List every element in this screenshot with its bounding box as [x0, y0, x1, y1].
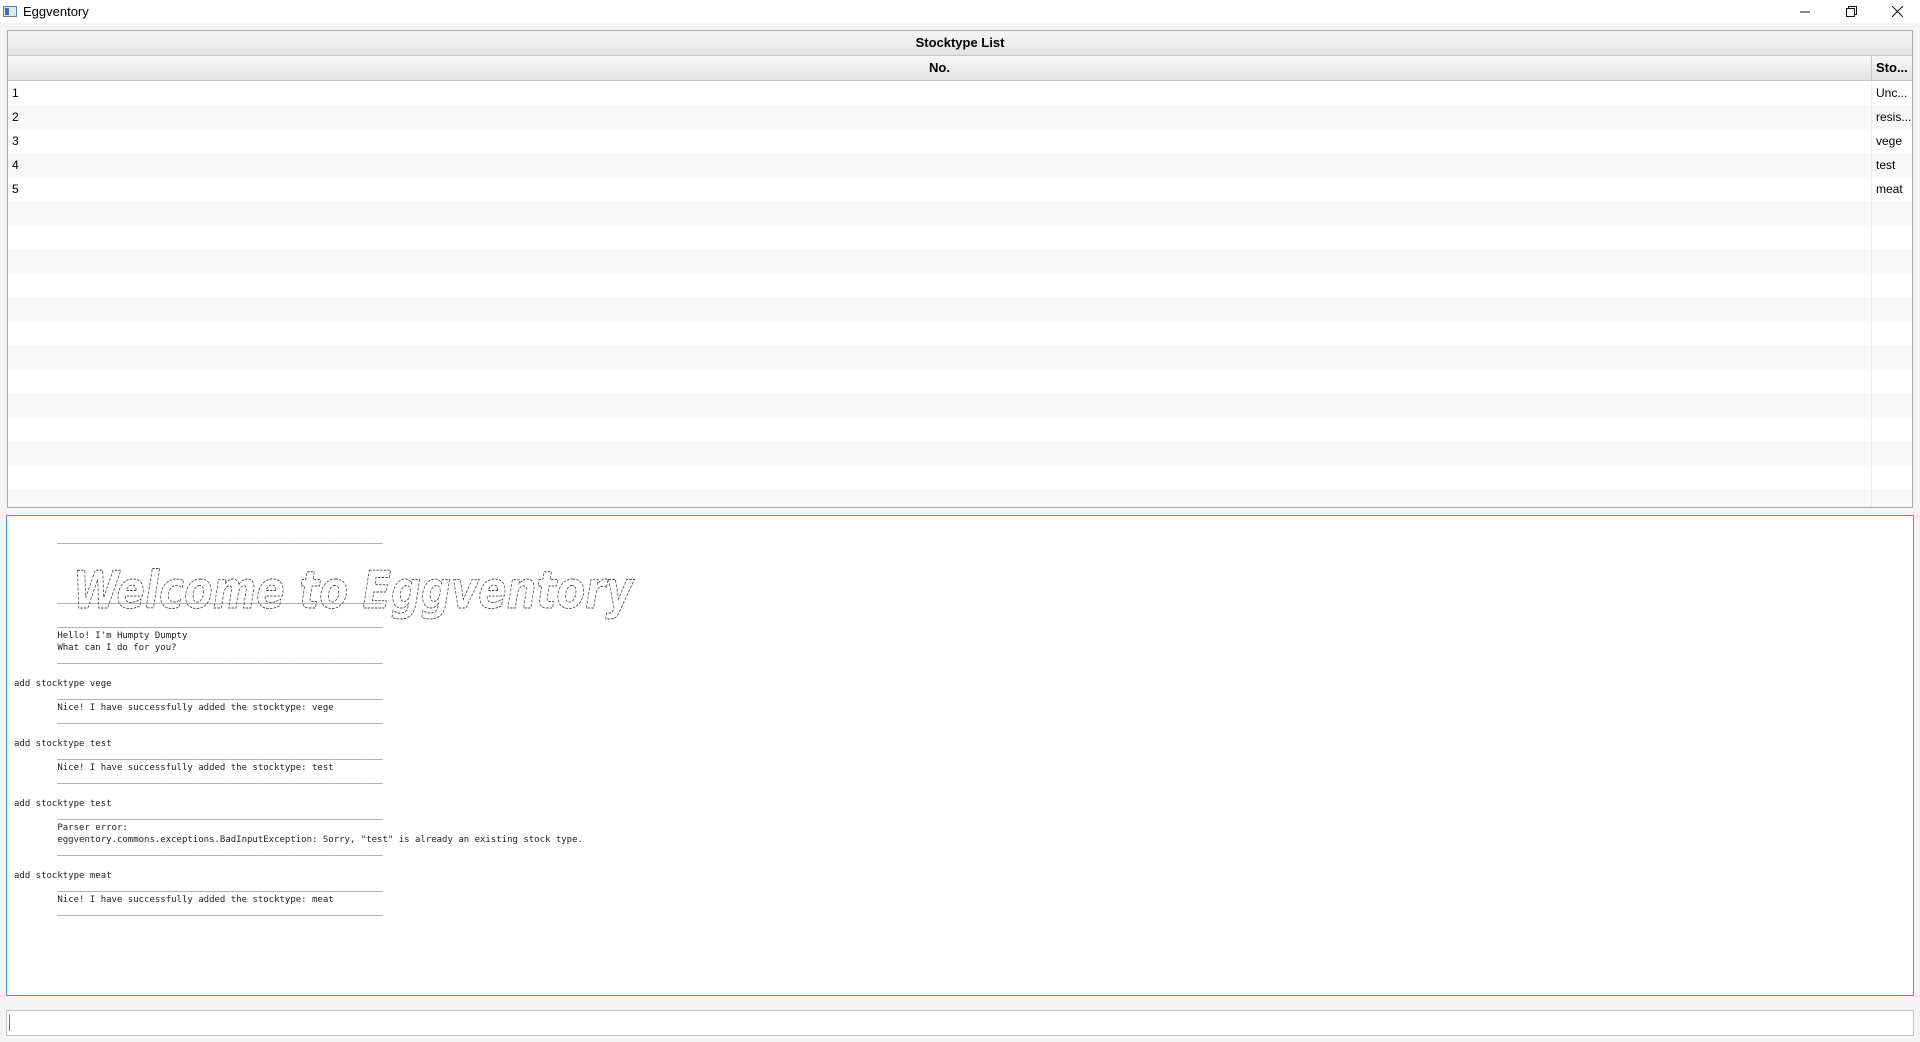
cell-stocktype: [1872, 489, 1912, 507]
banner-text: Welcome to Eggventory: [73, 561, 635, 621]
console-line: Nice! I have successfully added the stoc…: [14, 763, 334, 773]
cell-no: [8, 321, 1872, 345]
table-row-empty: [8, 441, 1912, 465]
table-row-empty: [8, 321, 1912, 345]
console-line: ________________________________________…: [14, 775, 383, 785]
table-body: 1 Unc... 2 resis... 3 vege 4 test 5 meat: [8, 81, 1912, 507]
console-line: Parser error:: [14, 823, 128, 833]
cell-no: [8, 297, 1872, 321]
console-line: add stocktype meat: [14, 871, 112, 881]
console-line: ________________________________________…: [14, 535, 383, 545]
console-line: add stocktype test: [14, 799, 112, 809]
cell-no: 3: [8, 129, 1872, 153]
cell-no: 2: [8, 105, 1872, 129]
close-icon: [1891, 6, 1903, 17]
cell-stocktype: [1872, 417, 1912, 441]
table-row-empty: [8, 417, 1912, 441]
table-row[interactable]: 4 test: [8, 153, 1912, 177]
table-row-empty: [8, 201, 1912, 225]
cell-stocktype: [1872, 393, 1912, 417]
cell-no: 4: [8, 153, 1872, 177]
cell-no: [8, 225, 1872, 249]
console-line: add stocktype test: [14, 739, 112, 749]
table-title: Stocktype List: [8, 31, 1912, 56]
app-icon: [3, 6, 17, 17]
console-line: ________________________________________…: [14, 811, 383, 821]
minimize-button[interactable]: [1782, 0, 1828, 23]
cell-stocktype: [1872, 345, 1912, 369]
cell-stocktype: Unc...: [1876, 86, 1908, 100]
table-row-empty: [8, 369, 1912, 393]
console-line: eggventory.commons.exceptions.BadInputEx…: [14, 835, 583, 845]
cell-stocktype: resis...: [1876, 110, 1912, 124]
console-line: Nice! I have successfully added the stoc…: [14, 895, 334, 905]
table-row-empty: [8, 273, 1912, 297]
table-header: No. Sto...: [8, 56, 1912, 81]
window-title: Eggventory: [23, 4, 89, 19]
console-line: Hello! I'm Humpty Dumpty: [14, 631, 188, 641]
console-line: ________________________________________…: [14, 691, 383, 701]
console-line: ________________________________________…: [14, 907, 383, 917]
cell-stocktype: test: [1876, 158, 1896, 172]
console-line: add stocktype vege: [14, 679, 112, 689]
restore-icon: [1845, 6, 1857, 17]
cell-stocktype: [1872, 441, 1912, 465]
console-line: ________________________________________…: [14, 883, 383, 893]
table-row[interactable]: 5 meat: [8, 177, 1912, 201]
table-row-empty: [8, 465, 1912, 489]
table-row-empty: [8, 249, 1912, 273]
table-row[interactable]: 3 vege: [8, 129, 1912, 153]
table-row-empty: [8, 393, 1912, 417]
text-caret: [9, 1015, 10, 1031]
cell-stocktype: [1872, 249, 1912, 273]
cell-no: 5: [8, 177, 1872, 201]
cell-no: [8, 249, 1872, 273]
cell-no: [8, 201, 1872, 225]
table-row[interactable]: 2 resis...: [8, 105, 1912, 129]
cell-no: [8, 489, 1872, 507]
table-row-empty: [8, 345, 1912, 369]
output-console[interactable]: Welcome to Eggventory __________________…: [6, 515, 1914, 996]
cell-stocktype: vege: [1876, 134, 1903, 148]
cell-no: [8, 273, 1872, 297]
table-row-empty: [8, 225, 1912, 249]
column-header-no[interactable]: No.: [8, 56, 1872, 80]
cell-stocktype: [1872, 297, 1912, 321]
title-bar: Eggventory: [0, 0, 1920, 23]
console-line: ________________________________________…: [14, 715, 383, 725]
cell-stocktype: [1872, 225, 1912, 249]
cell-no: [8, 465, 1872, 489]
cell-stocktype: [1872, 369, 1912, 393]
cell-no: [8, 441, 1872, 465]
cell-stocktype: [1872, 273, 1912, 297]
console-line: ________________________________________…: [14, 751, 383, 761]
cell-no: [8, 345, 1872, 369]
command-input[interactable]: [6, 1010, 1914, 1036]
cell-no: [8, 417, 1872, 441]
window-controls: [1782, 0, 1920, 23]
cell-no: [8, 393, 1872, 417]
close-button[interactable]: [1874, 0, 1920, 23]
minimize-icon: [1800, 11, 1810, 12]
cell-stocktype: [1872, 201, 1912, 225]
cell-stocktype: [1872, 465, 1912, 489]
table-row[interactable]: 1 Unc...: [8, 81, 1912, 105]
welcome-banner: Welcome to Eggventory: [73, 561, 636, 622]
console-line: What can I do for you?: [14, 643, 177, 653]
stocktype-table[interactable]: Stocktype List No. Sto... 1 Unc... 2 resis.…: [7, 30, 1913, 508]
table-row-empty: [8, 297, 1912, 321]
console-line: ________________________________________…: [14, 655, 383, 665]
console-line: Nice! I have successfully added the stoc…: [14, 703, 334, 713]
cell-stocktype: [1872, 321, 1912, 345]
restore-button[interactable]: [1828, 0, 1874, 23]
console-line: ________________________________________…: [14, 847, 383, 857]
cell-stocktype: meat: [1876, 182, 1903, 196]
cell-no: [8, 369, 1872, 393]
column-header-stocktype[interactable]: Sto...: [1872, 56, 1912, 80]
cell-no: 1: [8, 81, 1872, 105]
table-row-empty: [8, 489, 1912, 507]
